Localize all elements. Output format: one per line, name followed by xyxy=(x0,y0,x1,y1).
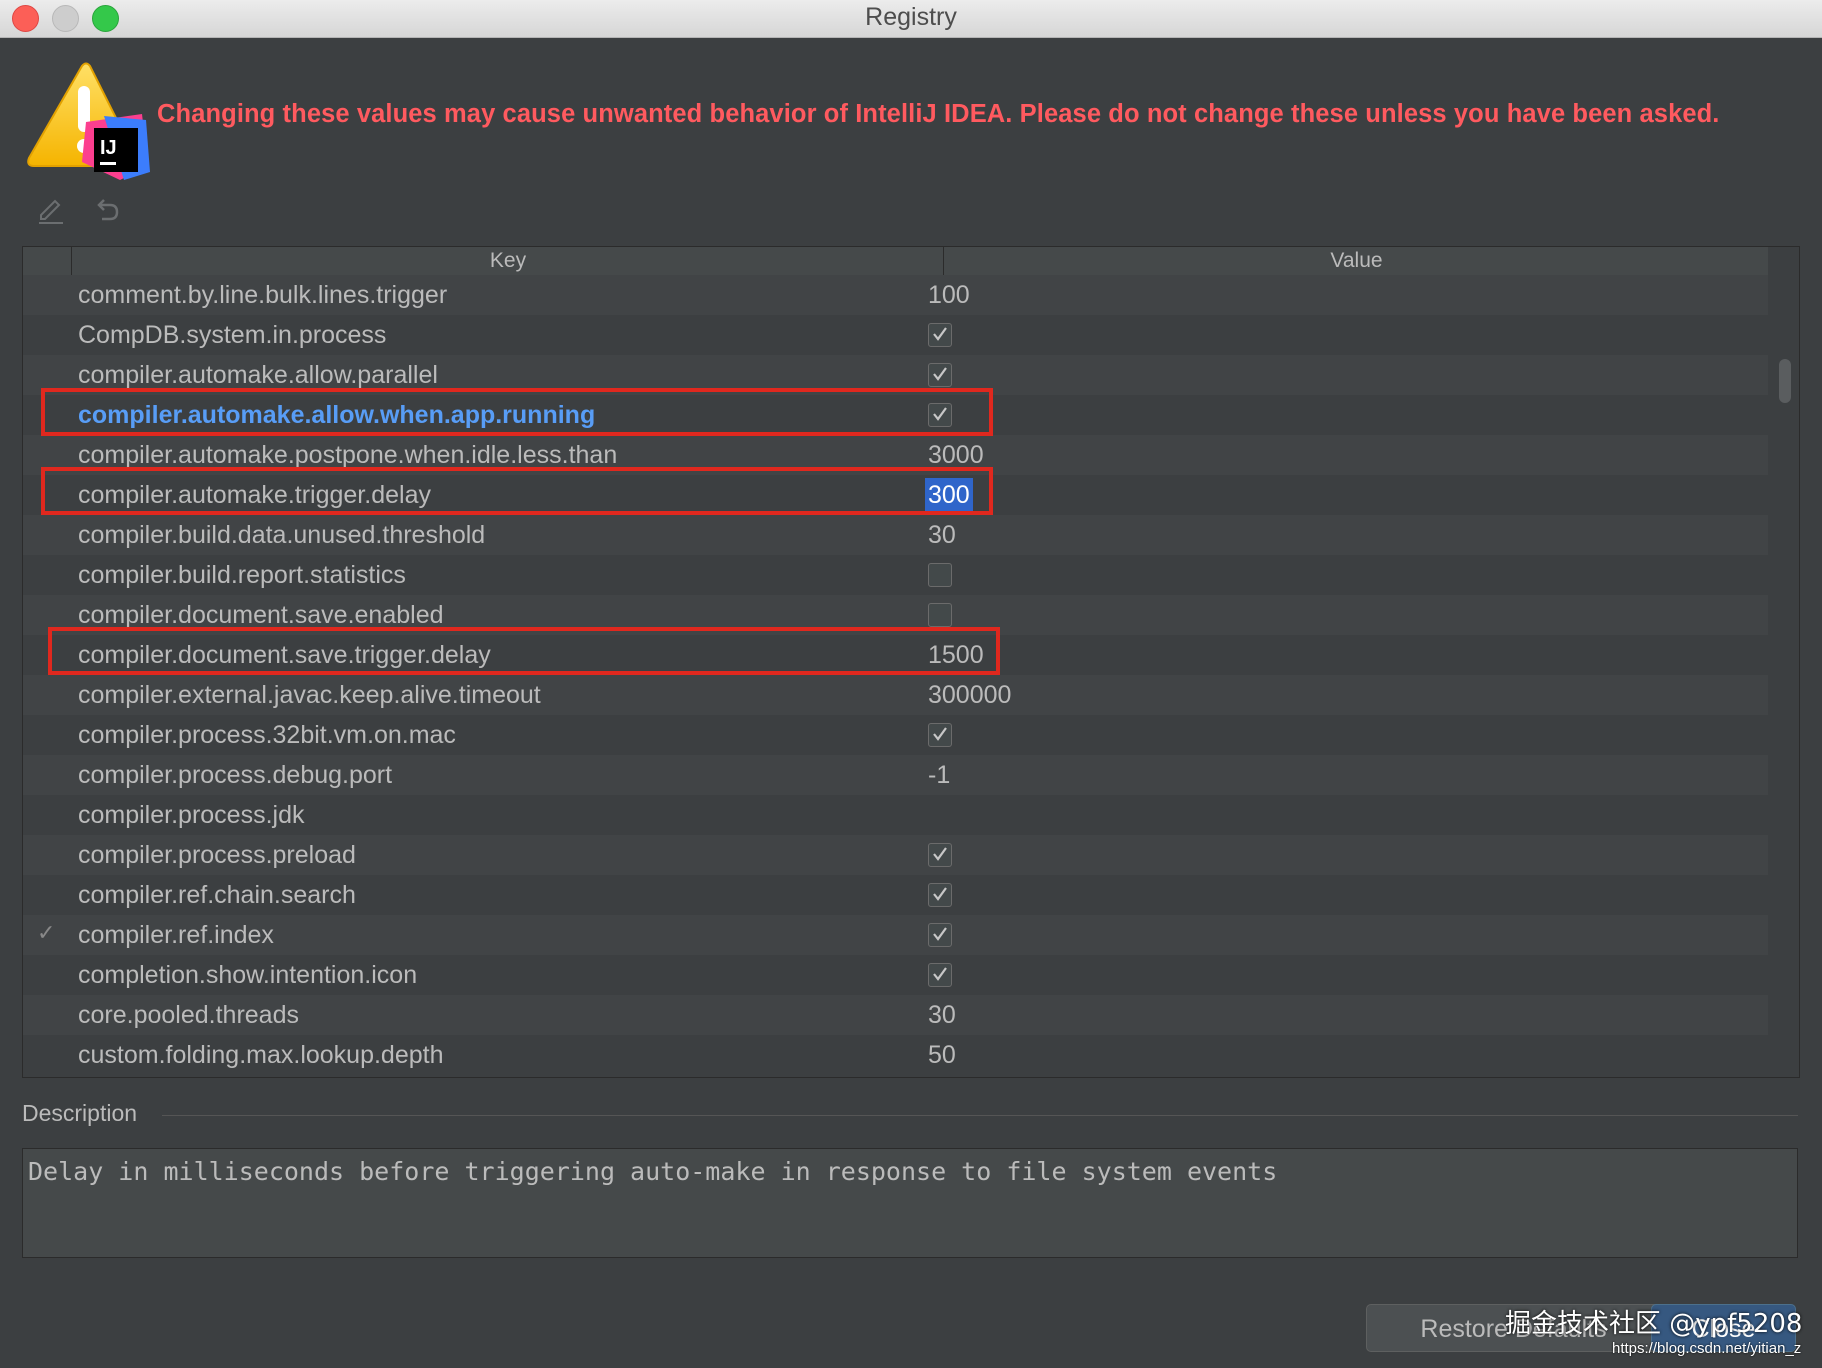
value-checkbox[interactable] xyxy=(928,963,952,987)
checkmark-icon xyxy=(933,327,947,341)
table-row[interactable]: compiler.external.javac.keep.alive.timeo… xyxy=(23,675,1768,715)
table-row[interactable]: compiler.process.32bit.vm.on.mac xyxy=(23,715,1768,755)
value-checkbox[interactable] xyxy=(928,723,952,747)
description-separator xyxy=(162,1115,1798,1116)
row-key: compiler.build.data.unused.threshold xyxy=(78,521,486,549)
row-key: compiler.process.jdk xyxy=(78,801,305,829)
checkmark-icon xyxy=(933,847,947,861)
row-modified-mark: ✓ xyxy=(37,921,56,946)
table-row[interactable]: compiler.process.preload xyxy=(23,835,1768,875)
table-row[interactable]: compiler.ref.chain.search xyxy=(23,875,1768,915)
row-value[interactable]: 300000 xyxy=(928,675,1011,715)
table-row[interactable]: compiler.build.report.statistics xyxy=(23,555,1768,595)
value-checkbox[interactable] xyxy=(928,883,952,907)
table-row[interactable]: compiler.process.jdk xyxy=(23,795,1768,835)
checkmark-icon xyxy=(933,967,947,981)
intellij-warning-icon: IJ xyxy=(24,62,152,180)
value-checkbox[interactable] xyxy=(928,563,952,587)
column-header-key[interactable]: Key xyxy=(71,247,944,275)
row-key: compiler.process.preload xyxy=(78,841,356,869)
row-key: compiler.ref.chain.search xyxy=(78,881,356,909)
table-row[interactable]: comment.by.line.bulk.lines.trigger 100 xyxy=(23,275,1768,315)
warning-message: Changing these values may cause unwanted… xyxy=(157,100,1720,128)
title-bar: Registry xyxy=(0,0,1822,38)
checkmark-icon xyxy=(933,367,947,381)
row-value[interactable]: -1 xyxy=(928,755,950,795)
row-key: compiler.external.javac.keep.alive.timeo… xyxy=(78,681,541,709)
row-key: custom.folding.max.lookup.depth xyxy=(78,1041,444,1069)
column-header-value[interactable]: Value xyxy=(943,247,1769,275)
highlight-box-trigger-delay xyxy=(41,467,993,515)
row-key: CompDB.system.in.process xyxy=(78,321,387,349)
description-box: Delay in milliseconds before triggering … xyxy=(22,1148,1798,1258)
table-row[interactable]: compiler.build.data.unused.threshold 30 xyxy=(23,515,1768,555)
scrollbar-thumb[interactable] xyxy=(1779,359,1791,403)
table-row[interactable]: compiler.process.debug.port -1 xyxy=(23,755,1768,795)
row-key: compiler.build.report.statistics xyxy=(78,561,406,589)
row-value[interactable]: 50 xyxy=(928,1035,956,1075)
value-checkbox[interactable] xyxy=(928,323,952,347)
row-key: compiler.process.32bit.vm.on.mac xyxy=(78,721,456,749)
row-value[interactable]: 100 xyxy=(928,275,970,315)
row-key: core.pooled.threads xyxy=(78,1001,299,1029)
row-value[interactable]: 30 xyxy=(928,515,956,555)
row-key: compiler.process.debug.port xyxy=(78,761,393,789)
value-checkbox[interactable] xyxy=(928,363,952,387)
table-row[interactable]: ✓ compiler.ref.index xyxy=(23,915,1768,955)
description-label: Description xyxy=(22,1100,138,1126)
svg-text:IJ: IJ xyxy=(100,137,117,159)
row-key: completion.show.intention.icon xyxy=(78,961,418,989)
row-key: comment.by.line.bulk.lines.trigger xyxy=(78,281,448,309)
value-checkbox[interactable] xyxy=(928,603,952,627)
registry-table[interactable]: Key Value comment.by.line.bulk.lines.tri… xyxy=(22,246,1800,1078)
table-row[interactable]: CompDB.system.in.process xyxy=(23,315,1768,355)
row-key: compiler.ref.index xyxy=(78,921,274,949)
pencil-icon[interactable] xyxy=(35,195,67,227)
value-checkbox[interactable] xyxy=(928,843,952,867)
table-row[interactable]: custom.folding.max.lookup.depth 50 xyxy=(23,1035,1768,1075)
watermark-text: 掘金技术社区 @ypf5208 xyxy=(1505,1309,1803,1339)
table-row[interactable]: completion.show.intention.icon xyxy=(23,955,1768,995)
undo-icon[interactable] xyxy=(90,195,122,227)
highlight-box-automake-allow xyxy=(41,388,993,436)
description-text: Delay in milliseconds before triggering … xyxy=(28,1157,1278,1186)
checkmark-icon xyxy=(933,927,947,941)
watermark-url: https://blog.csdn.net/yitian_z xyxy=(1612,1340,1802,1357)
table-header: Key Value xyxy=(23,247,1768,276)
window-title: Registry xyxy=(865,3,957,31)
checkmark-icon xyxy=(933,887,947,901)
value-checkbox[interactable] xyxy=(928,923,952,947)
row-value[interactable]: 30 xyxy=(928,995,956,1035)
table-row[interactable]: core.pooled.threads 30 xyxy=(23,995,1768,1035)
highlight-box-save-trigger-delay xyxy=(48,627,1000,675)
table-scrollbar[interactable] xyxy=(1769,247,1799,1077)
checkmark-icon xyxy=(933,727,947,741)
